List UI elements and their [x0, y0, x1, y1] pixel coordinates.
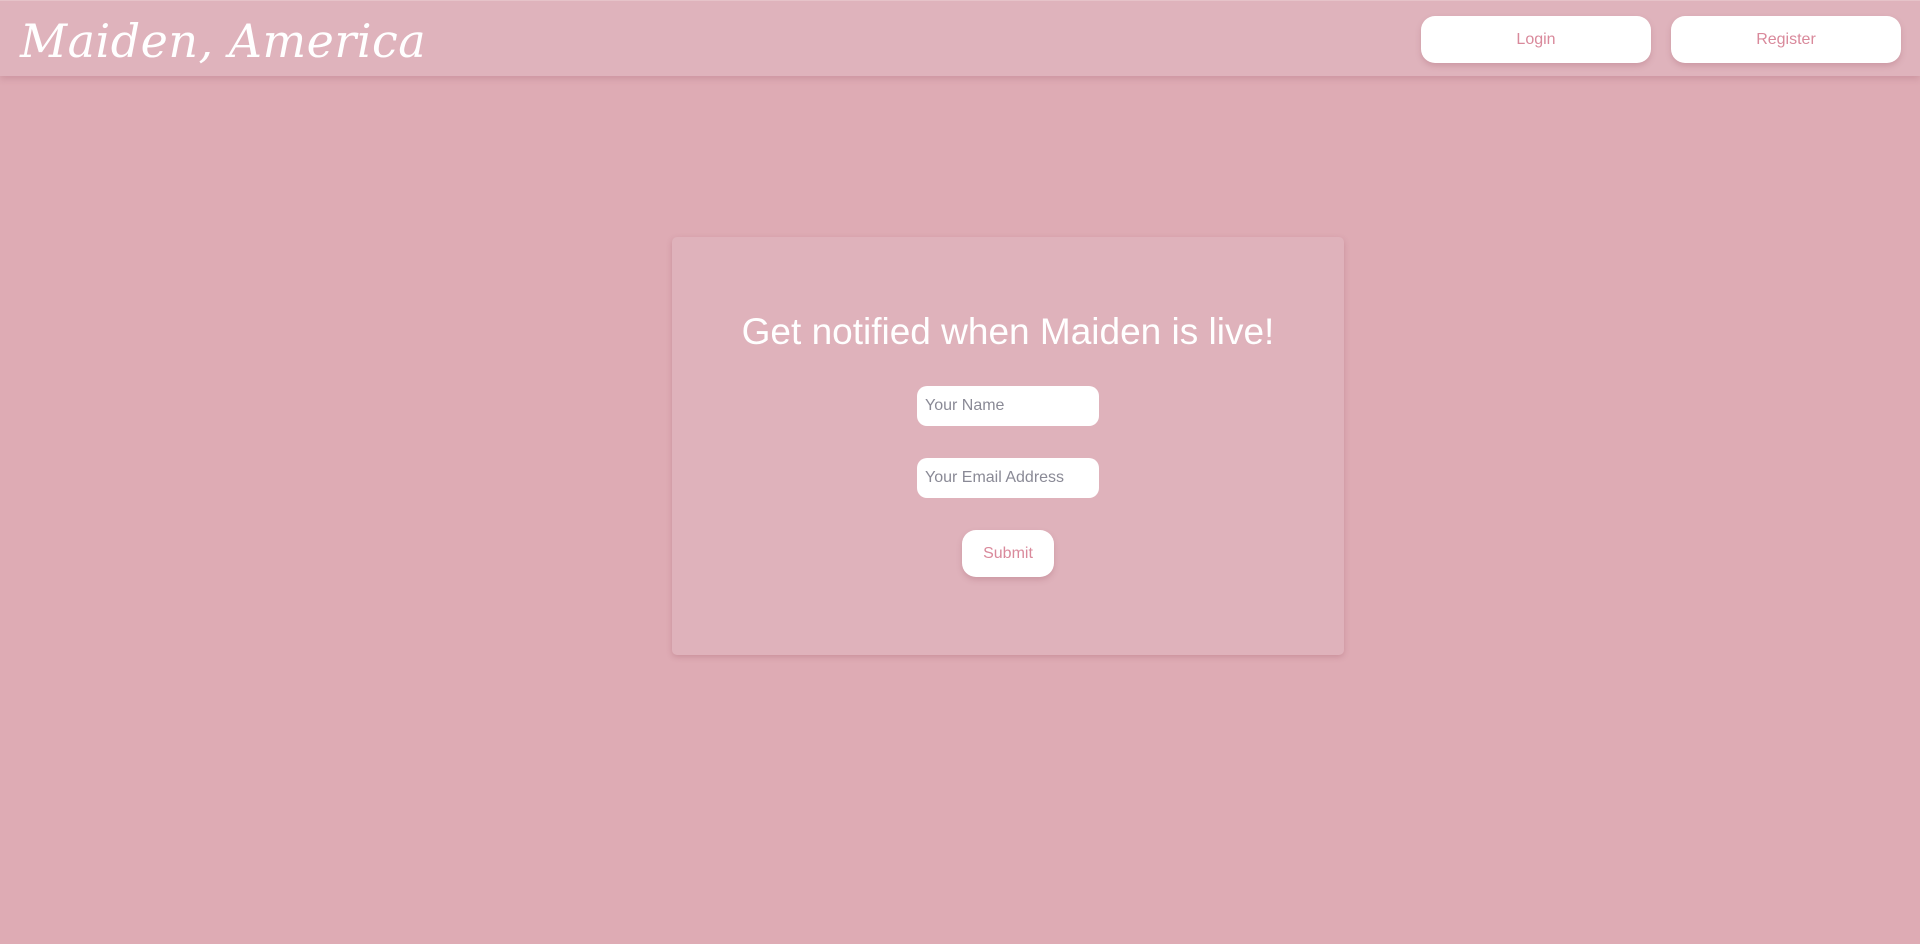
submit-button[interactable]: Submit	[962, 530, 1054, 577]
register-button[interactable]: Register	[1671, 16, 1901, 63]
brand-logo[interactable]: Maiden, America	[20, 9, 426, 73]
login-button[interactable]: Login	[1421, 16, 1651, 63]
top-navigation-bar: Maiden, America Login Register	[0, 0, 1920, 76]
name-input[interactable]	[917, 386, 1099, 426]
email-input[interactable]	[917, 458, 1099, 498]
signup-title: Get notified when Maiden is live!	[741, 311, 1275, 352]
signup-card: Get notified when Maiden is live! Submit	[672, 237, 1344, 655]
